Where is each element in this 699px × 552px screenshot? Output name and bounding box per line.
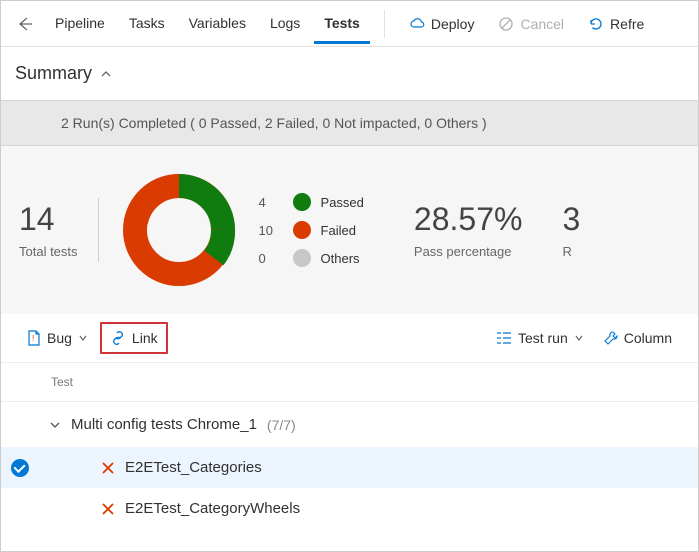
refresh-label: Refre [610, 16, 644, 32]
legend-passed: 4 Passed [259, 193, 364, 211]
pass-pct-label: Pass percentage [414, 244, 523, 259]
tab-tests[interactable]: Tests [314, 3, 370, 44]
refresh-button[interactable]: Refre [578, 10, 654, 38]
chevron-up-icon [100, 68, 112, 80]
cancel-label: Cancel [520, 16, 564, 32]
column-button[interactable]: Column [596, 324, 680, 352]
group-count: (7/7) [267, 417, 296, 433]
tab-logs[interactable]: Logs [260, 3, 310, 44]
fail-x-icon [101, 461, 115, 475]
chevron-down-icon [78, 333, 88, 343]
checkmark-icon[interactable] [11, 459, 29, 477]
column-header-test[interactable]: Test [1, 363, 698, 402]
legend-others: 0 Others [259, 249, 364, 267]
total-count: 14 [19, 201, 78, 238]
chart-legend: 4 Passed 10 Failed 0 Others [259, 193, 364, 267]
deploy-button[interactable]: Deploy [399, 10, 485, 38]
back-icon[interactable] [9, 10, 41, 38]
cancel-icon [498, 16, 514, 32]
fail-x-icon [101, 502, 115, 516]
testrun-button[interactable]: Test run [488, 324, 592, 352]
total-label: Total tests [19, 244, 78, 259]
right-frag: 3 R [562, 201, 580, 259]
deploy-label: Deploy [431, 16, 475, 32]
metrics-panel: 14 Total tests 4 Passed 10 Failed 0 Othe… [1, 146, 698, 314]
wrench-icon [604, 331, 618, 345]
divider [384, 10, 385, 38]
dot-others [293, 249, 311, 267]
dot-passed [293, 193, 311, 211]
test-group-row[interactable]: Multi config tests Chrome_1 (7/7) [1, 402, 698, 447]
refresh-icon [588, 16, 604, 32]
tab-bar: Pipeline Tasks Variables Logs Tests Depl… [1, 1, 698, 47]
divider [98, 198, 99, 262]
tab-pipeline[interactable]: Pipeline [45, 3, 115, 44]
legend-failed: 10 Failed [259, 221, 364, 239]
toolbar: ! Bug Link Test run Column [1, 314, 698, 363]
bug-button[interactable]: ! Bug [19, 324, 96, 352]
total-tests-block: 14 Total tests [19, 201, 78, 259]
tab-tasks[interactable]: Tasks [119, 3, 175, 44]
test-name: E2ETest_Categories [125, 459, 262, 476]
test-row[interactable]: E2ETest_Categories [1, 447, 698, 488]
group-icon [496, 331, 512, 345]
pass-pct-value: 28.57% [414, 201, 523, 238]
cancel-button: Cancel [488, 10, 574, 38]
donut-chart [119, 170, 239, 290]
pass-pct-block: 28.57% Pass percentage [414, 201, 523, 259]
tab-variables[interactable]: Variables [179, 3, 256, 44]
dot-failed [293, 221, 311, 239]
chevron-down-icon [49, 419, 61, 431]
cloud-icon [409, 16, 425, 32]
svg-text:!: ! [32, 334, 34, 343]
file-icon: ! [27, 330, 41, 346]
status-bar: 2 Run(s) Completed ( 0 Passed, 2 Failed,… [1, 100, 698, 146]
group-name: Multi config tests Chrome_1 [71, 416, 257, 433]
test-name: E2ETest_CategoryWheels [125, 500, 300, 517]
chevron-down-icon [574, 333, 584, 343]
link-icon [110, 331, 126, 345]
summary-title: Summary [15, 63, 92, 84]
summary-toggle[interactable]: Summary [1, 47, 698, 100]
link-button[interactable]: Link [100, 322, 168, 354]
test-row[interactable]: E2ETest_CategoryWheels [1, 488, 698, 529]
